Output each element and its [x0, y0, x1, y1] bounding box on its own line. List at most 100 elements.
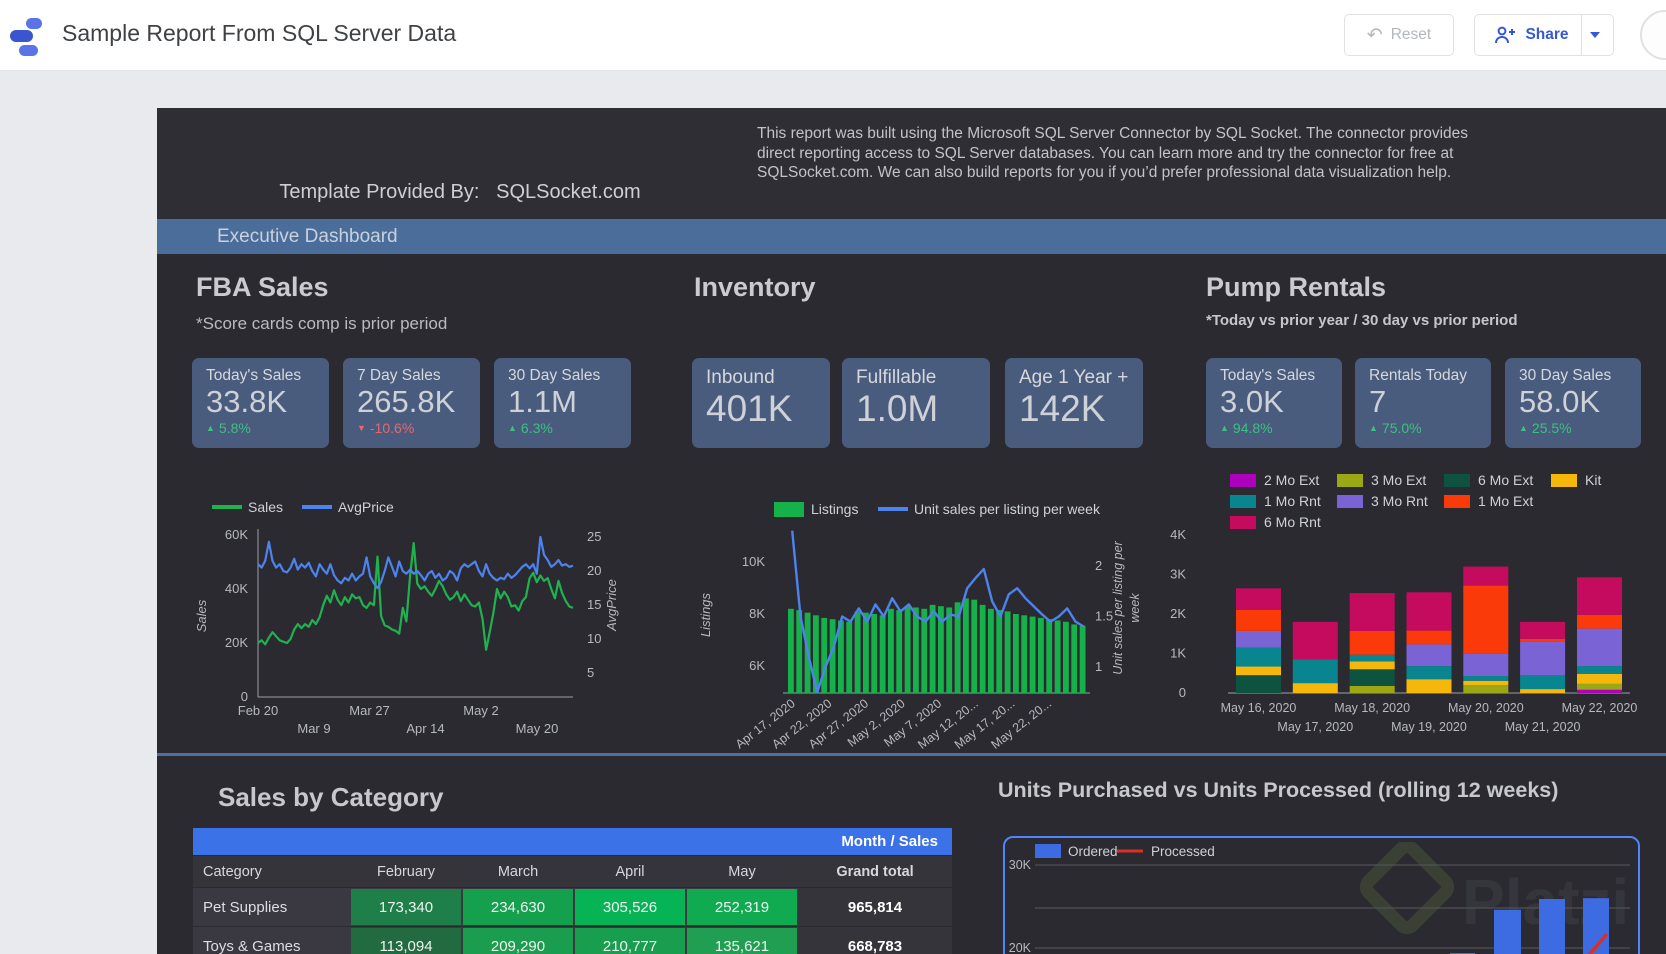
svg-text:May 22, 2020: May 22, 2020 — [1562, 701, 1638, 715]
delta-badge: ▼ -10.6% — [357, 420, 415, 436]
chevron-down-icon — [1589, 32, 1600, 38]
legend-item-kit[interactable]: Kit — [1551, 471, 1658, 489]
svg-text:60K: 60K — [225, 527, 248, 542]
scorecard-inbound[interactable]: Inbound 401K — [692, 358, 830, 448]
delta-badge: ▲ 25.5% — [1519, 420, 1572, 436]
svg-text:May 17, 2020: May 17, 2020 — [1277, 720, 1353, 734]
svg-text:Processed: Processed — [1151, 844, 1215, 859]
svg-text:Mar 27: Mar 27 — [349, 703, 389, 718]
svg-text:Unit sales per listing per wee: Unit sales per listing per week — [914, 501, 1101, 517]
share-dropdown-caret[interactable] — [1580, 15, 1608, 55]
sales-by-category-title: Sales by Category — [218, 782, 444, 812]
units-chart-title: Units Purchased vs Units Processed (roll… — [998, 778, 1559, 802]
heatmap-cell: 113,094 — [351, 928, 461, 954]
scorecard-7-day-sales[interactable]: 7 Day Sales 265.8K ▼ -10.6% — [343, 358, 480, 448]
table-row[interactable]: Toys & Games 113,094 209,290 210,777 135… — [193, 927, 952, 954]
svg-text:10: 10 — [587, 631, 601, 646]
legend-swatch — [1230, 473, 1256, 487]
inventory-chart[interactable]: Listings Unit sales per listing per week 1… — [650, 493, 1150, 752]
inventory-title: Inventory — [694, 272, 816, 302]
pump-legend-row: 1 Mo Rnt 3 Mo Rnt 1 Mo Ext — [1230, 492, 1666, 510]
delta-badge: ▲ 6.3% — [508, 420, 553, 436]
arrow-up-icon: ▲ — [1220, 423, 1229, 433]
svg-text:May 20, 2020: May 20, 2020 — [1448, 701, 1524, 715]
legend-label: 1 Mo Ext — [1478, 493, 1534, 509]
delta-badge: ▲ 75.0% — [1369, 420, 1422, 436]
arrow-up-icon: ▲ — [1519, 423, 1528, 433]
grand-total-cell: 965,814 — [798, 888, 952, 926]
avatar[interactable] — [1640, 10, 1666, 60]
delta-badge: ▲ 94.8% — [1220, 420, 1273, 436]
legend-swatch — [1337, 473, 1363, 487]
pump-rentals-chart[interactable]: 4K 3K 2K 1K 0 May 16, 2020 May 18, 2020 May 20,… — [1128, 515, 1666, 755]
scorecard-age-1-year[interactable]: Age 1 Year + 142K — [1005, 358, 1143, 448]
scorecard-rentals-today[interactable]: Rentals Today 7 ▲ 75.0% — [1355, 358, 1491, 448]
svg-text:3K: 3K — [1170, 567, 1186, 582]
svg-text:20K: 20K — [225, 635, 248, 650]
legend-item-6-mo-ext[interactable]: 6 Mo Ext — [1444, 471, 1551, 489]
svg-text:Listings: Listings — [811, 501, 858, 517]
arrow-up-icon: ▲ — [508, 423, 517, 433]
fba-sales-subtitle: *Score cards comp is prior period — [196, 314, 448, 333]
reset-button[interactable]: ↶ Reset — [1344, 14, 1454, 56]
legend-item-2-mo-ext[interactable]: 2 Mo Ext — [1230, 471, 1337, 489]
heatmap-cell: 135,621 — [687, 928, 797, 954]
table-row[interactable]: Pet Supplies 173,340 234,630 305,526 252… — [193, 888, 952, 926]
fba-sales-chart[interactable]: 60K 40K 20K 0 25 20 15 10 5 Sales AvgPrice Sales Avg… — [190, 493, 630, 743]
arrow-down-icon: ▼ — [357, 423, 366, 433]
svg-text:1: 1 — [1095, 659, 1102, 674]
units-chart-box[interactable]: 30K 20K Ordered Processed — [1003, 836, 1640, 954]
svg-text:20K: 20K — [1009, 941, 1032, 954]
fba-sales-title: FBA Sales — [196, 272, 329, 302]
undo-icon: ↶ — [1366, 24, 1383, 46]
units-chart[interactable]: 30K 20K Ordered Processed — [1005, 838, 1638, 954]
legend-item-1-mo-rnt[interactable]: 1 Mo Rnt — [1230, 492, 1337, 510]
svg-text:Unit sales per listing per: Unit sales per listing per — [1111, 540, 1125, 674]
pump-rentals-title: Pump Rentals — [1206, 272, 1387, 302]
share-button[interactable]: Share — [1474, 14, 1614, 56]
scorecard-30-day-sales[interactable]: 30 Day Sales 1.1M ▲ 6.3% — [494, 358, 631, 448]
svg-text:1K: 1K — [1170, 646, 1186, 661]
delta-badge: ▲ 5.8% — [206, 420, 251, 436]
scorecard-pump-todays-sales[interactable]: Today's Sales 3.0K ▲ 94.8% — [1206, 358, 1342, 448]
legend-swatch — [1337, 494, 1363, 508]
connector-description: This report was built using the Microsof… — [757, 125, 1469, 181]
scorecard-todays-sales[interactable]: Today's Sales 33.8K ▲ 5.8% — [192, 358, 329, 448]
svg-text:4K: 4K — [1170, 527, 1186, 542]
svg-text:Mar 9: Mar 9 — [297, 721, 330, 736]
scorecard-fulfillable[interactable]: Fulfillable 1.0M — [842, 358, 990, 448]
svg-text:5: 5 — [587, 665, 594, 680]
table-banner: Month / Sales — [193, 828, 952, 855]
svg-text:May 2: May 2 — [463, 703, 498, 718]
legend-item-3-mo-rnt[interactable]: 3 Mo Rnt — [1337, 492, 1444, 510]
svg-text:6K: 6K — [749, 658, 765, 673]
heatmap-cell: 173,340 — [351, 889, 461, 925]
sales-by-category-table[interactable]: Month / Sales Category February March Ap… — [193, 828, 952, 954]
app-header: Sample Report From SQL Server Data ↶ Res… — [0, 0, 1666, 71]
svg-text:8K: 8K — [749, 606, 765, 621]
svg-text:25: 25 — [587, 529, 601, 544]
svg-text:40K: 40K — [225, 581, 248, 596]
svg-text:0: 0 — [241, 689, 248, 704]
legend-item-1-mo-ext[interactable]: 1 Mo Ext — [1444, 492, 1551, 510]
legend-label: 2 Mo Ext — [1264, 472, 1320, 488]
legend-item-3-mo-ext[interactable]: 3 Mo Ext — [1337, 471, 1444, 489]
legend-label: 3 Mo Ext — [1371, 472, 1427, 488]
svg-text:May 16, 2020: May 16, 2020 — [1221, 701, 1297, 715]
svg-text:Sales: Sales — [248, 499, 283, 515]
svg-text:15: 15 — [587, 597, 601, 612]
scorecard-pump-30-day-sales[interactable]: 30 Day Sales 58.0K ▲ 25.5% — [1505, 358, 1641, 448]
heatmap-cell: 305,526 — [575, 889, 685, 925]
table-header-row: Category February March April May Grand … — [193, 856, 952, 887]
legend-swatch — [1230, 494, 1256, 508]
pump-legend-row: 2 Mo Ext 3 Mo Ext 6 Mo Ext Kit — [1230, 471, 1666, 489]
legend-swatch — [1551, 473, 1577, 487]
looker-studio-logo-icon[interactable] — [10, 16, 48, 56]
svg-text:May 21, 2020: May 21, 2020 — [1505, 720, 1581, 734]
looker-studio-report: Sample Report From SQL Server Data ↶ Res… — [0, 0, 1666, 954]
svg-text:Ordered: Ordered — [1068, 844, 1118, 859]
svg-text:2K: 2K — [1170, 606, 1186, 621]
svg-text:0: 0 — [1179, 685, 1186, 700]
svg-text:May 20: May 20 — [516, 721, 559, 736]
legend-label: 6 Mo Ext — [1478, 472, 1534, 488]
